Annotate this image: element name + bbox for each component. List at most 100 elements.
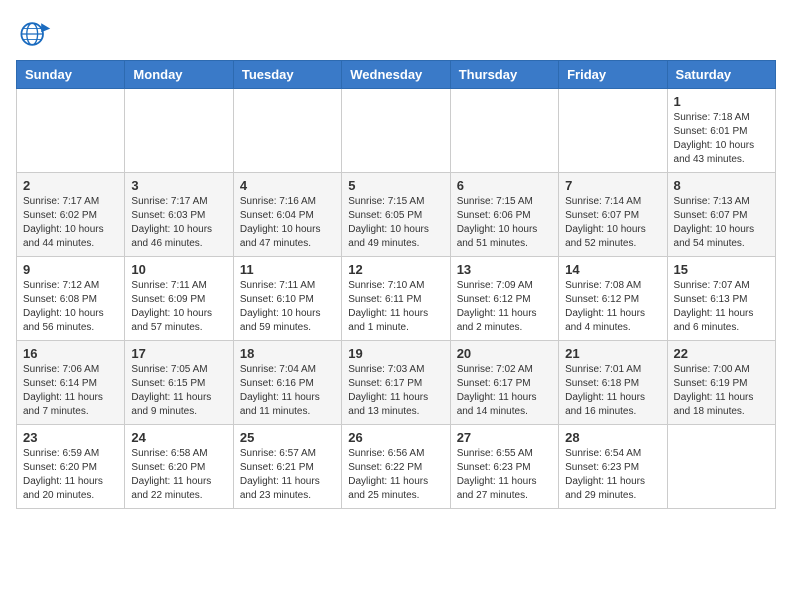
- calendar-cell: 7 Sunrise: 7:14 AM Sunset: 6:07 PM Daylig…: [559, 173, 667, 257]
- day-number: 15: [674, 262, 769, 277]
- page-header: [16, 16, 776, 52]
- calendar-cell: 19 Sunrise: 7:03 AM Sunset: 6:17 PM Dayli…: [342, 341, 450, 425]
- calendar-week-row: 16 Sunrise: 7:06 AM Sunset: 6:14 PM Dayli…: [17, 341, 776, 425]
- calendar-cell: 6Sunrise: 7:15 AM Sunset: 6:06 PM Daylig…: [450, 173, 558, 257]
- day-info: Sunrise: 7:11 AM Sunset: 6:10 PM Dayligh…: [240, 279, 335, 335]
- day-info: Sunrise: 7:03 AM Sunset: 6:17 PM Dayligh…: [348, 363, 443, 419]
- calendar-cell: 1 Sunrise: 7:18 AM Sunset: 6:01 PM Daylig…: [667, 89, 775, 173]
- calendar-cell: 5 Sunrise: 7:15 AM Sunset: 6:05 PM Daylig…: [342, 173, 450, 257]
- day-info: Sunrise: 7:01 AM Sunset: 6:18 PM Dayligh…: [565, 363, 660, 419]
- logo: [16, 16, 58, 52]
- day-number: 22: [674, 346, 769, 361]
- calendar-week-row: 1 Sunrise: 7:18 AM Sunset: 6:01 PM Daylig…: [17, 89, 776, 173]
- day-info: Sunrise: 7:17 AM Sunset: 6:03 PM Dayligh…: [131, 195, 226, 251]
- calendar-day-header: Saturday: [667, 61, 775, 89]
- day-info: Sunrise: 7:05 AM Sunset: 6:15 PM Dayligh…: [131, 363, 226, 419]
- calendar-cell: [342, 89, 450, 173]
- day-info: Sunrise: 7:14 AM Sunset: 6:07 PM Dayligh…: [565, 195, 660, 251]
- calendar-cell: 3 Sunrise: 7:17 AM Sunset: 6:03 PM Daylig…: [125, 173, 233, 257]
- day-info: Sunrise: 7:15 AM Sunset: 6:06 PM Dayligh…: [457, 195, 552, 251]
- day-number: 21: [565, 346, 660, 361]
- day-number: 8: [674, 178, 769, 193]
- calendar-cell: [233, 89, 341, 173]
- day-info: Sunrise: 7:13 AM Sunset: 6:07 PM Dayligh…: [674, 195, 769, 251]
- calendar-cell: [559, 89, 667, 173]
- calendar-table: SundayMondayTuesdayWednesdayThursdayFrid…: [16, 60, 776, 509]
- day-info: Sunrise: 7:08 AM Sunset: 6:12 PM Dayligh…: [565, 279, 660, 335]
- logo-icon: [16, 16, 52, 52]
- day-number: 28: [565, 430, 660, 445]
- day-info: Sunrise: 7:02 AM Sunset: 6:17 PM Dayligh…: [457, 363, 552, 419]
- calendar-cell: 22 Sunrise: 7:00 AM Sunset: 6:19 PM Dayli…: [667, 341, 775, 425]
- calendar-header-row: SundayMondayTuesdayWednesdayThursdayFrid…: [17, 61, 776, 89]
- calendar-day-header: Thursday: [450, 61, 558, 89]
- calendar-cell: [17, 89, 125, 173]
- day-number: 11: [240, 262, 335, 277]
- calendar-cell: 15 Sunrise: 7:07 AM Sunset: 6:13 PM Dayli…: [667, 257, 775, 341]
- calendar-cell: 20 Sunrise: 7:02 AM Sunset: 6:17 PM Dayli…: [450, 341, 558, 425]
- day-info: Sunrise: 7:16 AM Sunset: 6:04 PM Dayligh…: [240, 195, 335, 251]
- calendar-cell: 11 Sunrise: 7:11 AM Sunset: 6:10 PM Dayli…: [233, 257, 341, 341]
- day-number: 2: [23, 178, 118, 193]
- calendar-cell: 10 Sunrise: 7:11 AM Sunset: 6:09 PM Dayli…: [125, 257, 233, 341]
- calendar-day-header: Friday: [559, 61, 667, 89]
- calendar-cell: 9 Sunrise: 7:12 AM Sunset: 6:08 PM Daylig…: [17, 257, 125, 341]
- day-number: 26: [348, 430, 443, 445]
- calendar-cell: 4 Sunrise: 7:16 AM Sunset: 6:04 PM Daylig…: [233, 173, 341, 257]
- calendar-day-header: Sunday: [17, 61, 125, 89]
- day-info: Sunrise: 7:12 AM Sunset: 6:08 PM Dayligh…: [23, 279, 118, 335]
- calendar-week-row: 2 Sunrise: 7:17 AM Sunset: 6:02 PM Daylig…: [17, 173, 776, 257]
- calendar-cell: 17Sunrise: 7:05 AM Sunset: 6:15 PM Dayli…: [125, 341, 233, 425]
- calendar-cell: [450, 89, 558, 173]
- day-number: 5: [348, 178, 443, 193]
- calendar-cell: 18 Sunrise: 7:04 AM Sunset: 6:16 PM Dayli…: [233, 341, 341, 425]
- calendar-cell: 12 Sunrise: 7:10 AM Sunset: 6:11 PM Dayli…: [342, 257, 450, 341]
- day-number: 16: [23, 346, 118, 361]
- calendar-cell: 23Sunrise: 6:59 AM Sunset: 6:20 PM Dayli…: [17, 425, 125, 509]
- day-number: 9: [23, 262, 118, 277]
- day-info: Sunrise: 6:55 AM Sunset: 6:23 PM Dayligh…: [457, 447, 552, 503]
- day-number: 25: [240, 430, 335, 445]
- day-number: 4: [240, 178, 335, 193]
- day-info: Sunrise: 7:10 AM Sunset: 6:11 PM Dayligh…: [348, 279, 443, 335]
- day-number: 10: [131, 262, 226, 277]
- calendar-week-row: 9 Sunrise: 7:12 AM Sunset: 6:08 PM Daylig…: [17, 257, 776, 341]
- calendar-cell: 16 Sunrise: 7:06 AM Sunset: 6:14 PM Dayli…: [17, 341, 125, 425]
- day-info: Sunrise: 7:00 AM Sunset: 6:19 PM Dayligh…: [674, 363, 769, 419]
- day-info: Sunrise: 7:15 AM Sunset: 6:05 PM Dayligh…: [348, 195, 443, 251]
- day-number: 23: [23, 430, 118, 445]
- day-info: Sunrise: 7:18 AM Sunset: 6:01 PM Dayligh…: [674, 111, 769, 167]
- calendar-cell: 27 Sunrise: 6:55 AM Sunset: 6:23 PM Dayli…: [450, 425, 558, 509]
- calendar-week-row: 23Sunrise: 6:59 AM Sunset: 6:20 PM Dayli…: [17, 425, 776, 509]
- day-number: 3: [131, 178, 226, 193]
- calendar-day-header: Tuesday: [233, 61, 341, 89]
- day-number: 1: [674, 94, 769, 109]
- day-info: Sunrise: 7:04 AM Sunset: 6:16 PM Dayligh…: [240, 363, 335, 419]
- day-number: 18: [240, 346, 335, 361]
- calendar-cell: 13 Sunrise: 7:09 AM Sunset: 6:12 PM Dayli…: [450, 257, 558, 341]
- day-number: 19: [348, 346, 443, 361]
- day-info: Sunrise: 7:17 AM Sunset: 6:02 PM Dayligh…: [23, 195, 118, 251]
- calendar-cell: 26 Sunrise: 6:56 AM Sunset: 6:22 PM Dayli…: [342, 425, 450, 509]
- calendar-day-header: Monday: [125, 61, 233, 89]
- day-info: Sunrise: 6:58 AM Sunset: 6:20 PM Dayligh…: [131, 447, 226, 503]
- day-number: 20: [457, 346, 552, 361]
- day-number: 14: [565, 262, 660, 277]
- day-number: 13: [457, 262, 552, 277]
- day-info: Sunrise: 7:09 AM Sunset: 6:12 PM Dayligh…: [457, 279, 552, 335]
- day-number: 7: [565, 178, 660, 193]
- day-info: Sunrise: 7:11 AM Sunset: 6:09 PM Dayligh…: [131, 279, 226, 335]
- calendar-cell: 25Sunrise: 6:57 AM Sunset: 6:21 PM Dayli…: [233, 425, 341, 509]
- day-number: 24: [131, 430, 226, 445]
- calendar-cell: 2 Sunrise: 7:17 AM Sunset: 6:02 PM Daylig…: [17, 173, 125, 257]
- day-number: 12: [348, 262, 443, 277]
- day-info: Sunrise: 6:56 AM Sunset: 6:22 PM Dayligh…: [348, 447, 443, 503]
- day-info: Sunrise: 7:06 AM Sunset: 6:14 PM Dayligh…: [23, 363, 118, 419]
- calendar-cell: [667, 425, 775, 509]
- calendar-cell: 21 Sunrise: 7:01 AM Sunset: 6:18 PM Dayli…: [559, 341, 667, 425]
- day-info: Sunrise: 7:07 AM Sunset: 6:13 PM Dayligh…: [674, 279, 769, 335]
- calendar-cell: 14 Sunrise: 7:08 AM Sunset: 6:12 PM Dayli…: [559, 257, 667, 341]
- day-number: 27: [457, 430, 552, 445]
- calendar-cell: 24 Sunrise: 6:58 AM Sunset: 6:20 PM Dayli…: [125, 425, 233, 509]
- calendar-cell: 8 Sunrise: 7:13 AM Sunset: 6:07 PM Daylig…: [667, 173, 775, 257]
